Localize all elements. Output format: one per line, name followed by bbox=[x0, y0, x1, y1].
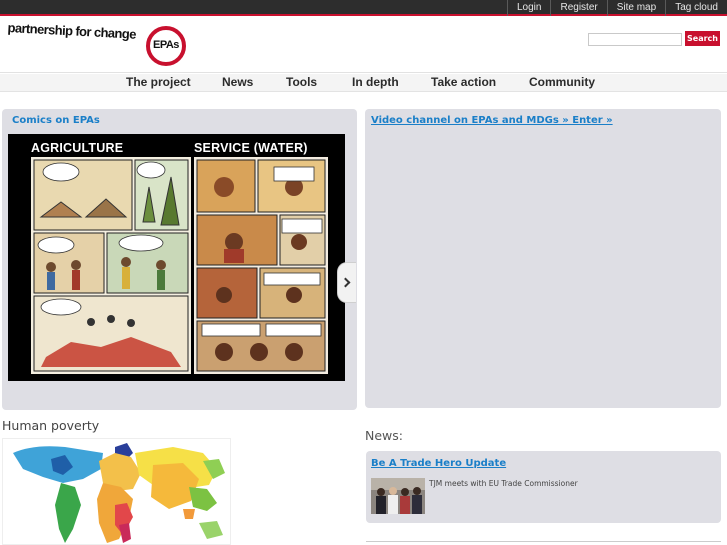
human-poverty-title: Human poverty bbox=[2, 418, 100, 433]
news-item-panel: Be A Trade Hero Update TJM meets with EU… bbox=[366, 451, 721, 523]
search-input[interactable] bbox=[588, 33, 682, 46]
site-logo[interactable]: partnership for change EPAs bbox=[7, 20, 188, 70]
slideshow-next-button[interactable] bbox=[337, 262, 356, 303]
site-header: partnership for change EPAs Search bbox=[0, 18, 727, 73]
comic-page-agriculture bbox=[31, 157, 191, 374]
main-nav: The project News Tools In depth Take act… bbox=[0, 74, 727, 92]
comic-title-service-water: SERVICE (WATER) bbox=[194, 141, 308, 155]
news-photo bbox=[371, 478, 425, 514]
nav-item-community[interactable]: Community bbox=[529, 75, 595, 89]
comic-slideshow[interactable]: AGRICULTURE SERVICE (WATER) bbox=[8, 134, 356, 381]
video-channel-link[interactable]: Video channel on EPAs and MDGs » Enter » bbox=[371, 115, 613, 126]
news-item-link[interactable]: Be A Trade Hero Update bbox=[371, 458, 506, 469]
comic-title-agriculture: AGRICULTURE bbox=[31, 141, 124, 155]
comic-art-service-water bbox=[194, 157, 328, 374]
nav-item-in-depth[interactable]: In depth bbox=[352, 75, 399, 89]
comics-title: Comics on EPAs bbox=[12, 115, 100, 126]
register-link[interactable]: Register bbox=[550, 0, 606, 16]
top-utility-bar: Login Register Site map Tag cloud bbox=[0, 0, 727, 16]
video-panel: Video channel on EPAs and MDGs » Enter » bbox=[365, 109, 721, 408]
tag-cloud-link[interactable]: Tag cloud bbox=[665, 0, 727, 16]
chevron-right-icon bbox=[340, 277, 351, 288]
news-divider bbox=[366, 541, 721, 545]
login-link[interactable]: Login bbox=[507, 0, 550, 16]
news-item-thumbnail[interactable] bbox=[371, 478, 425, 514]
news-heading: News: bbox=[365, 428, 403, 443]
nav-item-tools[interactable]: Tools bbox=[286, 75, 317, 89]
news-item-caption: TJM meets with EU Trade Commissioner bbox=[429, 479, 578, 488]
search-button[interactable]: Search bbox=[685, 31, 720, 46]
logo-badge: EPAs bbox=[146, 26, 186, 66]
logo-text: partnership for change bbox=[7, 20, 137, 42]
logo-badge-text: EPAs bbox=[153, 39, 179, 51]
site-map-link[interactable]: Site map bbox=[606, 0, 665, 16]
utility-links: Login Register Site map Tag cloud bbox=[507, 0, 727, 16]
comic-art-agriculture bbox=[31, 157, 191, 374]
worldmapper-map-image bbox=[3, 439, 230, 544]
nav-item-take-action[interactable]: Take action bbox=[431, 75, 496, 89]
nav-item-the-project[interactable]: The project bbox=[126, 75, 191, 89]
comic-page-service-water bbox=[194, 157, 328, 374]
comics-panel: Comics on EPAs AGRICULTURE SERVICE (WATE… bbox=[2, 109, 357, 410]
nav-item-news[interactable]: News bbox=[222, 75, 253, 89]
human-poverty-map[interactable] bbox=[2, 438, 231, 545]
